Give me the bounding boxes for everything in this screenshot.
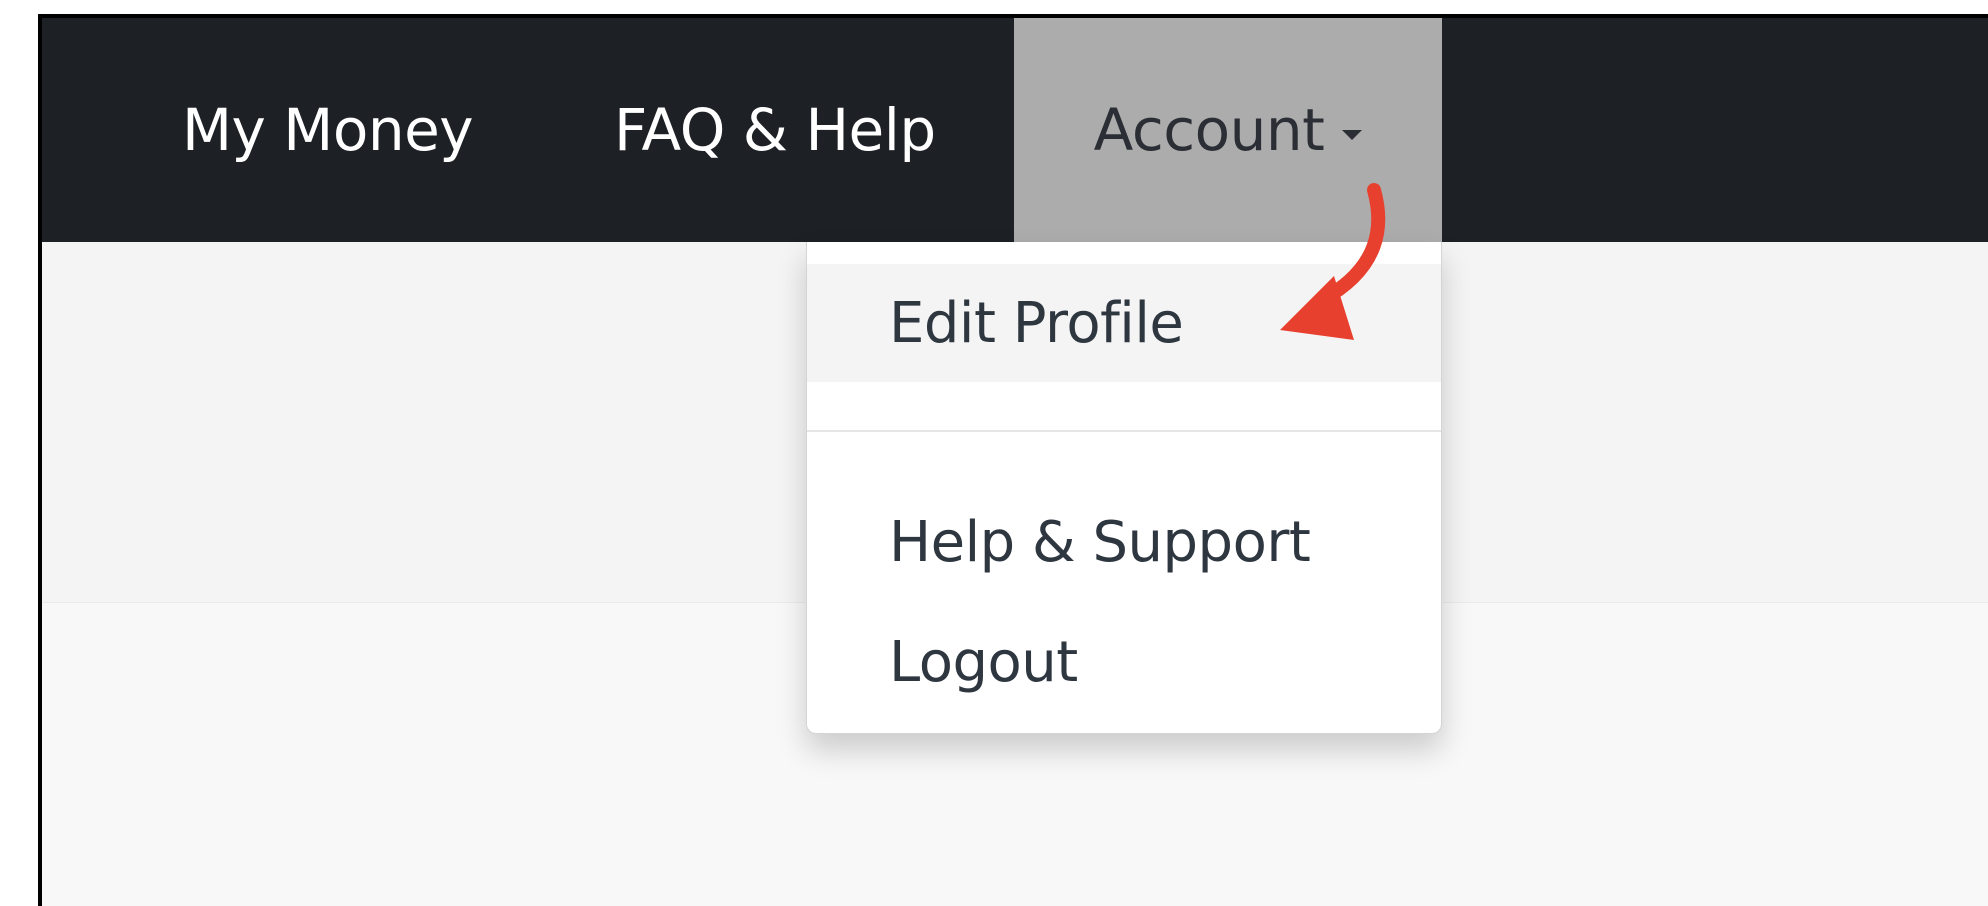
nav-item-label: My Money [182, 96, 474, 164]
account-dropdown-menu: Edit Profile Help & Support Logout [806, 242, 1442, 734]
nav-item-label: FAQ & Help [614, 96, 936, 164]
menu-item-label: Help & Support [889, 509, 1311, 575]
menu-item-edit-profile[interactable]: Edit Profile [807, 264, 1441, 382]
top-navbar: My Money FAQ & Help Account [42, 18, 1988, 242]
menu-divider [807, 430, 1441, 432]
menu-item-label: Edit Profile [889, 290, 1184, 356]
menu-item-help-support[interactable]: Help & Support [807, 492, 1441, 592]
menu-item-logout[interactable]: Logout [807, 612, 1441, 712]
menu-item-label: Logout [889, 629, 1078, 695]
nav-item-my-money[interactable]: My Money [182, 18, 502, 242]
caret-down-icon [1342, 130, 1363, 140]
nav-item-account[interactable]: Account [1014, 18, 1442, 242]
nav-item-label: Account [1093, 96, 1325, 164]
browser-frame: My Money FAQ & Help Account Edit Profile… [38, 14, 1988, 906]
nav-item-faq-help[interactable]: FAQ & Help [614, 18, 954, 242]
